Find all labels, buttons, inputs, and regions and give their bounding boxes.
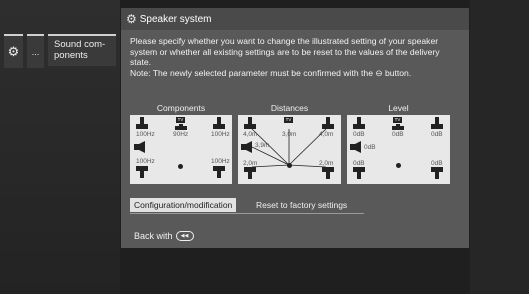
sound-components-nav-button[interactable]: Sound com- ponents — [48, 34, 116, 66]
rear-left-speaker-icon — [136, 166, 148, 178]
front-right-speaker-icon — [213, 117, 225, 129]
front-left-distance: 4,0m — [243, 131, 258, 138]
subwoofer-speaker-icon — [134, 141, 145, 153]
tv-icon: TV — [393, 117, 402, 123]
center-distance: 3,0m — [282, 131, 297, 138]
front-left-value: 100Hz — [136, 131, 155, 138]
level-panel[interactable]: 0dB TV 0dB 0dB 0dB 0dB 0dB — [347, 115, 450, 184]
dialog-title: Speaker system — [139, 13, 212, 25]
components-panel[interactable]: 100Hz TV 90Hz 100Hz 100Hz 100Hz — [130, 115, 232, 184]
level-title: Level — [388, 103, 409, 113]
dialog-titlebar: ⚙ Speaker system — [121, 8, 469, 30]
front-right-value: 100Hz — [211, 131, 230, 138]
distances-title: Distances — [270, 103, 309, 113]
rear-right-level: 0dB — [431, 160, 443, 167]
front-right-level: 0dB — [431, 131, 443, 138]
tv-icon: TV — [176, 117, 185, 123]
tab-configuration-modification[interactable]: Configuration/modification — [130, 198, 237, 212]
front-left-speaker-icon — [244, 117, 256, 129]
right-panel — [470, 0, 529, 294]
speaker-system-dialog: ⚙ Speaker system Please specify whether … — [121, 8, 469, 248]
back-label: Back with — [134, 231, 173, 241]
front-right-distance: 4,0m — [319, 131, 334, 138]
distances-panel[interactable]: 4,0m TV 3,0m 4,0m 3,9m 2,0m 2,0m — [238, 115, 341, 184]
listener-position-dot — [287, 163, 292, 168]
rear-right-speaker-icon — [431, 167, 443, 179]
side-level: 0dB — [364, 144, 376, 151]
front-right-speaker-icon — [431, 117, 443, 129]
ellipsis-label: ... — [31, 47, 40, 57]
front-left-speaker-icon — [136, 117, 148, 129]
gear-icon: ⚙ — [7, 44, 20, 59]
subwoofer-speaker-icon — [350, 141, 361, 153]
tab-reset-factory-settings[interactable]: Reset to factory settings — [252, 198, 351, 212]
listener-position-dot — [178, 164, 183, 169]
rear-left-level: 0dB — [353, 160, 365, 167]
dialog-description: Please specify whether you want to chang… — [130, 36, 440, 78]
settings-nav-button[interactable]: ⚙ — [4, 34, 23, 68]
option-tabs: Configuration/modification Reset to fact… — [130, 198, 462, 214]
rear-right-speaker-icon — [322, 167, 334, 179]
rear-right-distance: 2,0m — [319, 160, 334, 167]
center-speaker-icon — [392, 124, 404, 130]
tv-icon: TV — [284, 117, 293, 123]
sound-components-label: Sound com- ponents — [54, 39, 106, 61]
rear-left-distance: 2,0m — [243, 160, 258, 167]
back-button-icon: ◀◀ — [175, 231, 194, 241]
rear-right-value: 100Hz — [211, 158, 230, 165]
listener-position-dot — [396, 163, 401, 168]
gears-icon: ⚙ — [126, 12, 137, 26]
back-hint[interactable]: Back with ◀◀ — [134, 231, 194, 241]
side-distance: 3,9m — [255, 142, 270, 149]
rear-left-speaker-icon — [353, 167, 365, 179]
tab-underline — [130, 213, 364, 214]
front-left-speaker-icon — [353, 117, 365, 129]
rear-left-value: 100Hz — [136, 158, 155, 165]
rear-left-speaker-icon — [244, 167, 256, 179]
subwoofer-speaker-icon — [241, 141, 252, 153]
center-level: 0dB — [392, 131, 404, 138]
front-left-level: 0dB — [353, 131, 365, 138]
center-speaker-icon — [175, 124, 187, 130]
rear-right-speaker-icon — [213, 166, 225, 178]
front-right-speaker-icon — [322, 117, 334, 129]
components-title: Components — [156, 103, 206, 113]
screen: ⚙ ... Sound com- ponents ⚙ Speaker syste… — [0, 0, 529, 294]
more-nav-button[interactable]: ... — [27, 34, 44, 68]
center-value: 90Hz — [173, 131, 189, 138]
